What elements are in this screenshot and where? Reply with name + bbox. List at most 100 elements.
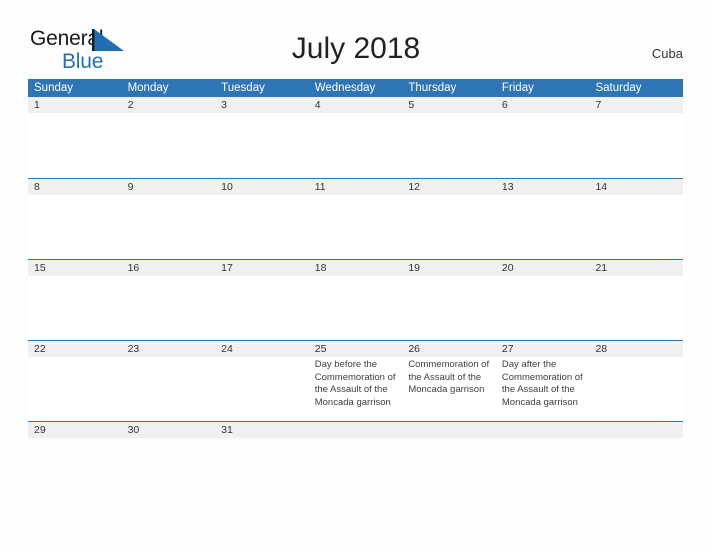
day-number xyxy=(315,422,398,438)
day-number: 29 xyxy=(34,424,46,436)
day-cell[interactable]: 8 xyxy=(28,179,122,259)
day-cell[interactable]: 10 xyxy=(215,179,309,259)
day-cell[interactable]: 16 xyxy=(122,260,216,340)
day-number: 1 xyxy=(34,99,40,111)
week-day-cells: 29 30 31 xyxy=(28,422,683,437)
day-number: 10 xyxy=(221,181,233,193)
day-events: Commemoration of the Assault of the Monc… xyxy=(408,359,491,397)
week-day-cells: 1 2 3 4 5 6 7 xyxy=(28,97,683,178)
day-cell[interactable]: 31 xyxy=(215,422,309,437)
day-cell-empty xyxy=(496,422,590,437)
weekday-header-saturday: Saturday xyxy=(595,82,642,94)
day-cell[interactable]: 7 xyxy=(589,97,683,178)
calendar-page: General Blue July 2018 Cuba Sunday Monda… xyxy=(0,0,712,550)
day-number: 11 xyxy=(314,181,326,193)
day-cell-empty xyxy=(309,422,403,437)
day-events: Day before the Commemoration of the Assa… xyxy=(315,359,398,409)
page-title: July 2018 xyxy=(291,32,421,65)
day-cell[interactable]: 23 xyxy=(122,341,216,421)
day-number xyxy=(595,422,678,438)
day-number: 26 xyxy=(408,343,420,355)
holiday-event-label: Day before the Commemoration of the Assa… xyxy=(314,359,396,408)
day-number: 12 xyxy=(408,181,420,193)
calendar-week-row: 1 2 3 4 5 6 7 xyxy=(28,97,683,178)
day-cell[interactable]: 25 Day before the Commemoration of the As… xyxy=(309,341,403,421)
day-events: Day after the Commemoration of the Assau… xyxy=(502,359,585,409)
day-number: 17 xyxy=(221,262,233,274)
day-cell[interactable]: 14 xyxy=(589,179,683,259)
day-number: 14 xyxy=(595,181,608,193)
day-number: 15 xyxy=(34,262,46,274)
day-number: 16 xyxy=(127,262,140,274)
day-cell[interactable]: 21 xyxy=(589,260,683,340)
weekday-header-row: Sunday Monday Tuesday Wednesday Thursday… xyxy=(28,79,683,97)
day-cell[interactable]: 24 xyxy=(215,341,309,421)
day-number: 3 xyxy=(221,99,227,111)
day-cell[interactable]: 2 xyxy=(122,97,216,178)
day-cell[interactable]: 19 xyxy=(402,260,496,340)
day-cell[interactable]: 26 Commemoration of the Assault of the Mo… xyxy=(402,341,496,421)
weekday-header-tuesday: Tuesday xyxy=(221,82,265,94)
day-cell[interactable]: 17 xyxy=(215,260,309,340)
day-number: 30 xyxy=(127,424,140,436)
day-number xyxy=(408,422,491,438)
day-cell[interactable]: 6 xyxy=(496,97,590,178)
week-day-cells: 22 23 24 25 Day before the Commemoration of … xyxy=(28,341,683,421)
day-cell[interactable]: 5 xyxy=(402,97,496,178)
day-cell[interactable]: 30 xyxy=(122,422,216,437)
day-cell[interactable]: 29 xyxy=(28,422,122,437)
week-day-cells: 8 9 10 11 12 13 14 xyxy=(28,179,683,259)
day-cell[interactable]: 18 xyxy=(309,260,403,340)
calendar-week-row: 29 30 31 xyxy=(28,421,683,438)
weekday-header-wednesday: Wednesday xyxy=(314,82,376,94)
weekday-header-sunday: Sunday xyxy=(34,82,74,94)
day-cell[interactable]: 12 xyxy=(402,179,496,259)
day-cell-empty xyxy=(589,422,683,437)
day-cell[interactable]: 4 xyxy=(309,97,403,178)
day-cell[interactable]: 20 xyxy=(496,260,590,340)
day-cell[interactable]: 13 xyxy=(496,179,590,259)
day-number: 7 xyxy=(595,99,602,111)
day-number xyxy=(502,422,585,438)
weekday-header-thursday: Thursday xyxy=(408,82,457,94)
day-number: 8 xyxy=(34,181,40,193)
day-cell[interactable]: 1 xyxy=(28,97,122,178)
calendar-week-row: 8 9 10 11 12 13 14 xyxy=(28,178,683,259)
calendar-weeks: 1 2 3 4 5 6 7 8 9 10 11 12 13 14 15 16 17 18 19 20 21 22 23 24 2… xyxy=(28,97,683,438)
day-cell[interactable]: 22 xyxy=(28,341,122,421)
day-number: 21 xyxy=(595,262,608,274)
day-cell[interactable]: 9 xyxy=(122,179,216,259)
day-number: 23 xyxy=(127,343,140,355)
day-number: 13 xyxy=(501,181,514,193)
region-label: Cuba xyxy=(651,46,683,61)
day-number: 20 xyxy=(501,262,514,274)
day-cell[interactable]: 15 xyxy=(28,260,122,340)
holiday-event-label: Day after the Commemoration of the Assau… xyxy=(501,359,583,408)
page-header: General Blue July 2018 Cuba xyxy=(0,0,712,72)
day-number: 28 xyxy=(595,343,608,355)
holiday-event-label: Commemoration of the Assault of the Monc… xyxy=(408,359,490,395)
day-cell[interactable]: 27 Day after the Commemoration of the Ass… xyxy=(496,341,590,421)
day-cell-empty xyxy=(402,422,496,437)
calendar-grid: Sunday Monday Tuesday Wednesday Thursday… xyxy=(28,79,683,438)
day-cell[interactable]: 28 xyxy=(589,341,683,421)
day-number: 27 xyxy=(501,343,514,355)
day-number: 24 xyxy=(221,343,233,355)
day-number: 19 xyxy=(408,262,420,274)
day-number: 2 xyxy=(127,99,134,111)
day-number: 31 xyxy=(221,424,233,436)
day-number: 5 xyxy=(408,99,415,111)
week-day-cells: 15 16 17 18 19 20 21 xyxy=(28,260,683,340)
day-number: 9 xyxy=(127,181,134,193)
calendar-week-row: 15 16 17 18 19 20 21 xyxy=(28,259,683,340)
day-number: 4 xyxy=(314,99,321,111)
day-number: 18 xyxy=(314,262,327,274)
day-number: 25 xyxy=(314,343,327,355)
weekday-header-friday: Friday xyxy=(501,82,534,94)
calendar-week-row: 22 23 24 25 Day before the Commemoration of … xyxy=(28,340,683,421)
weekday-header-monday: Monday xyxy=(127,82,169,94)
day-cell[interactable]: 3 xyxy=(215,97,309,178)
day-number: 6 xyxy=(501,99,508,111)
day-number: 22 xyxy=(34,343,46,355)
day-cell[interactable]: 11 xyxy=(309,179,403,259)
